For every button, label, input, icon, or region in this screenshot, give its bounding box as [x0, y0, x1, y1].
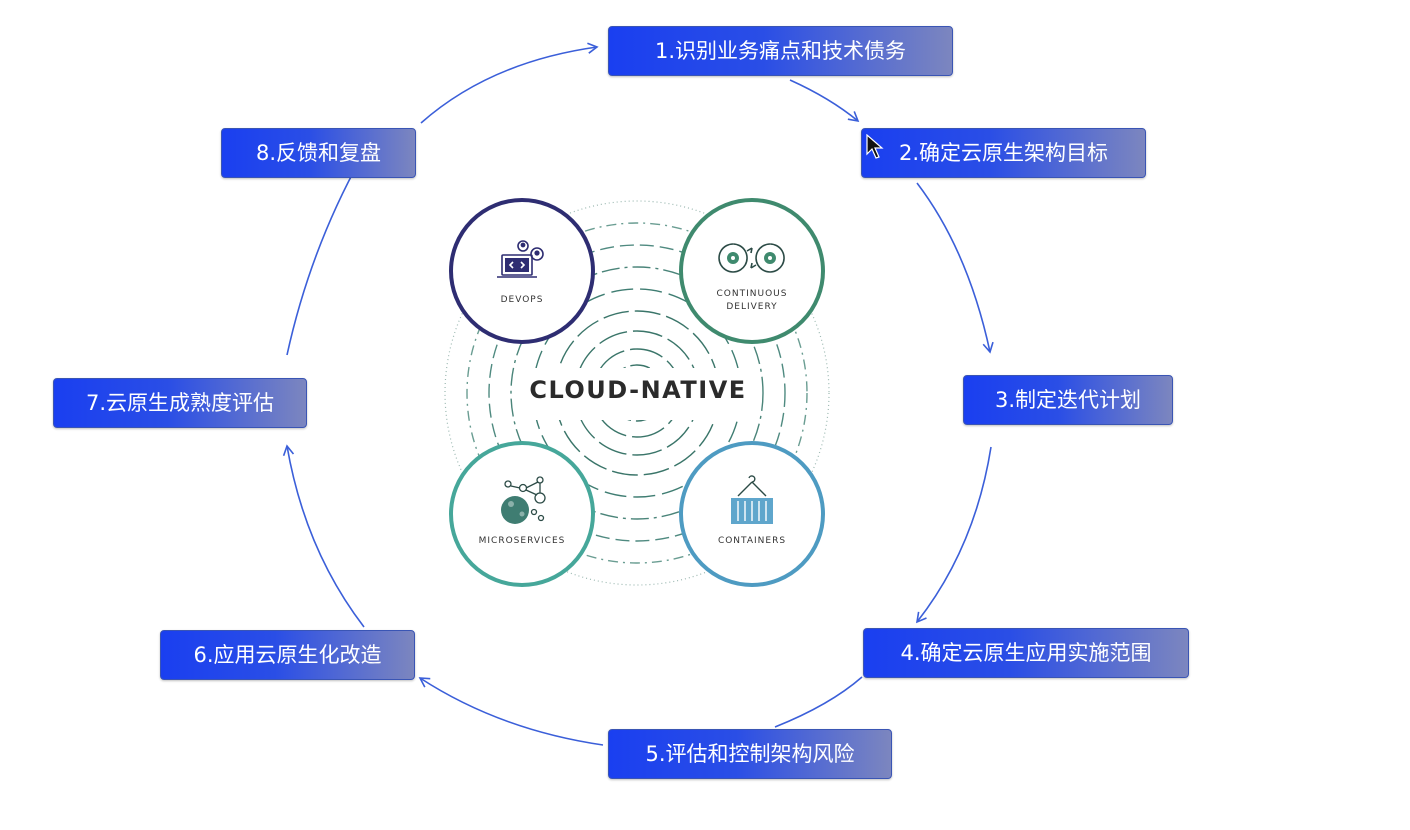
arrow-1-to-2 [789, 79, 860, 123]
step-5-box: 5.评估和控制架构风险 [608, 729, 892, 779]
step-6-box: 6.应用云原生化改造 [160, 630, 415, 680]
step-8-box: 8.反馈和复盘 [221, 128, 416, 178]
step-1-box: 1.识别业务痛点和技术债务 [608, 26, 953, 76]
mouse-pointer-icon [866, 134, 884, 159]
pillar-continuous-delivery [679, 198, 825, 344]
pillar-devops [449, 198, 595, 344]
arrow-6-to-7 [282, 444, 365, 628]
arrow-3-to-4 [915, 446, 992, 624]
arrow-5-to-6 [418, 677, 604, 746]
devops-label: DEVOPS [500, 295, 544, 305]
continuous-delivery-label: CONTINUOUS DELIVERY [700, 288, 804, 314]
step-2-box: 2.确定云原生架构目标 [861, 128, 1146, 178]
arrow-4-to-5 [774, 676, 863, 728]
arrow-2-to-3 [916, 182, 994, 354]
step-3-box: 3.制定迭代计划 [963, 375, 1173, 425]
containers-label: CONTAINERS [717, 536, 787, 546]
step-4-box: 4.确定云原生应用实施范围 [863, 628, 1189, 678]
step-7-box: 7.云原生成熟度评估 [53, 378, 307, 428]
arrow-8-to-1 [420, 42, 599, 124]
arrow-7-to-8 [286, 156, 362, 356]
pillar-containers [679, 441, 825, 587]
continuous-delivery-label-line2: DELIVERY [726, 302, 778, 312]
microservices-label: MICROSERVICES [478, 536, 566, 546]
center-title: CLOUD-NATIVE [529, 376, 747, 404]
pillar-microservices [449, 441, 595, 587]
continuous-delivery-label-line1: CONTINUOUS [716, 289, 788, 299]
